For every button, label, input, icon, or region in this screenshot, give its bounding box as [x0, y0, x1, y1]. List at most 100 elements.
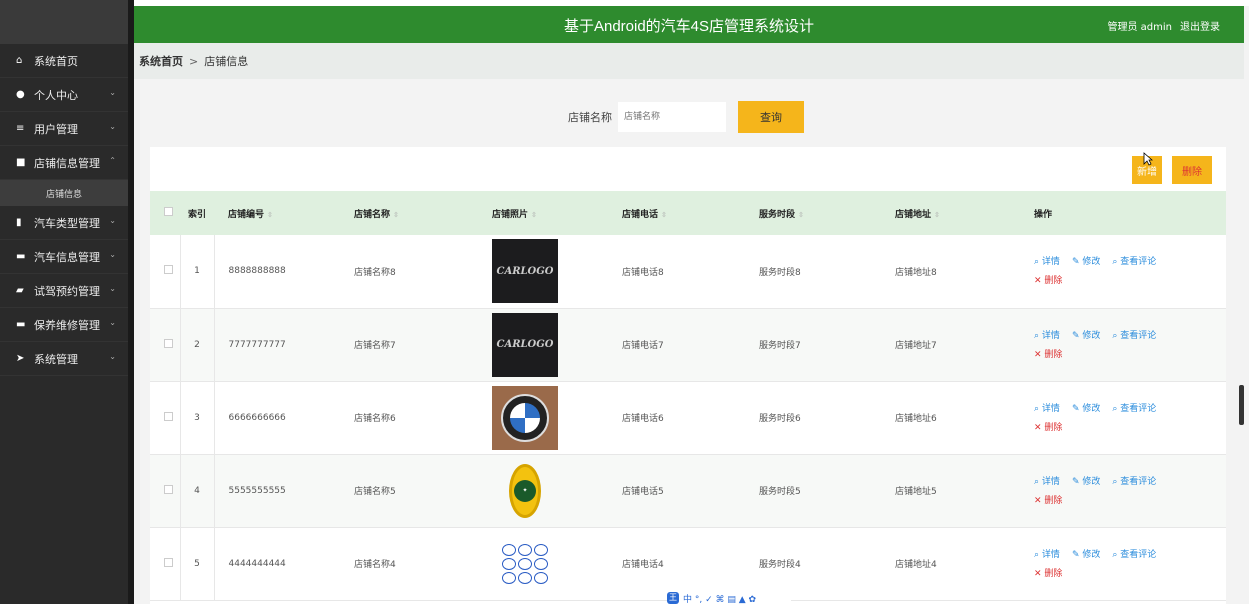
comments-link[interactable]: ⌕ 查看评论: [1112, 404, 1156, 414]
sidebar-item-car-info[interactable]: ▬ 汽车信息管理 ⌄: [0, 240, 128, 274]
row-checkbox[interactable]: [164, 411, 173, 421]
sidebar-item-car-types[interactable]: ▮ 汽车类型管理 ⌄: [0, 206, 128, 240]
detail-link[interactable]: ⌕ 详情: [1034, 550, 1060, 560]
sidebar-item-system[interactable]: ➤ 系统管理 ⌄: [0, 342, 128, 376]
sidebar-item-maintenance[interactable]: ▬ 保养维修管理 ⌄: [0, 308, 128, 342]
table-row[interactable]: 3 6666666666 店铺名称6 店铺电话6 服务时段6 店铺地址6 ⌕ 详情 ✎ 修改 ⌕…: [150, 381, 1226, 454]
row-delete-link[interactable]: ✕ 删除: [1034, 569, 1062, 579]
close-icon: ✕: [1034, 422, 1042, 433]
row-delete-link[interactable]: ✕ 删除: [1034, 496, 1062, 506]
list-icon: ≡: [16, 123, 25, 134]
row-delete-link[interactable]: ✕ 删除: [1034, 350, 1062, 360]
row-delete-link[interactable]: ✕ 删除: [1034, 423, 1062, 433]
sort-icon[interactable]: ⇳: [531, 211, 537, 219]
row-select-cell[interactable]: [150, 527, 180, 600]
sort-icon[interactable]: ⇳: [934, 211, 940, 219]
search-icon: ⌕: [1112, 257, 1118, 268]
ime-toolbar[interactable]: 王 中 °, ✓ ⌘ ▤ ▲ ✿: [667, 592, 791, 604]
select-all-checkbox[interactable]: [164, 207, 173, 216]
shop-photo: [492, 532, 558, 596]
lotus-logo-icon: ✦: [509, 463, 541, 518]
shop-name-input[interactable]: [618, 102, 726, 132]
edit-link[interactable]: ✎ 修改: [1072, 404, 1100, 414]
toolbar: 新增 删除: [1122, 156, 1212, 184]
col-address-label: 店铺地址: [895, 209, 932, 220]
row-select-cell[interactable]: [150, 381, 180, 454]
col-hours[interactable]: 服务时段 ⇳: [759, 191, 895, 235]
col-address[interactable]: 店铺地址 ⇳: [895, 191, 1034, 235]
delete-label: 删除: [1044, 568, 1063, 579]
edit-link[interactable]: ✎ 修改: [1072, 331, 1100, 341]
search-icon: ⌕: [1112, 403, 1118, 414]
comments-link[interactable]: ⌕ 查看评论: [1112, 331, 1156, 341]
shop-address: 店铺地址6: [895, 414, 937, 424]
row-checkbox[interactable]: [164, 557, 173, 567]
photo-logo-text: CARLOGO: [496, 339, 554, 350]
row-actions: ⌕ 详情 ✎ 修改 ⌕ 查看评论 ✕ 删除: [1034, 235, 1226, 308]
chevron-down-icon: ⌄: [109, 216, 116, 225]
col-actions: 操作: [1034, 209, 1053, 220]
sidebar-item-users[interactable]: ≡ 用户管理 ⌄: [0, 112, 128, 146]
sort-icon[interactable]: ⇳: [798, 211, 804, 219]
sidebar-item-shop-info[interactable]: ■ 店铺信息管理 ⌃: [0, 146, 128, 180]
col-index: 索引: [187, 209, 206, 220]
row-checkbox[interactable]: [164, 484, 173, 494]
comments-link[interactable]: ⌕ 查看评论: [1112, 550, 1156, 560]
folder-icon: ■: [16, 157, 26, 168]
col-code[interactable]: 店铺编号 ⇳: [214, 191, 354, 235]
sort-icon[interactable]: ⇳: [393, 211, 399, 219]
scrollbar[interactable]: [1239, 385, 1244, 425]
comments-link[interactable]: ⌕ 查看评论: [1112, 257, 1156, 267]
col-name[interactable]: 店铺名称 ⇳: [354, 191, 492, 235]
chevron-down-icon: ⌄: [109, 250, 116, 259]
row-select-cell[interactable]: [150, 235, 180, 308]
logout-link[interactable]: 退出登录: [1180, 18, 1220, 33]
table-row[interactable]: 2 7777777777 店铺名称7 CARLOGO 店铺电话7 服务时段7 店铺地址7 ⌕ …: [150, 308, 1226, 381]
sidebar-divider: [128, 0, 134, 604]
briefcase-icon: ▰: [16, 285, 24, 296]
comments-link[interactable]: ⌕ 查看评论: [1112, 477, 1156, 487]
sidebar-item-test-drive[interactable]: ▰ 试驾预约管理 ⌄: [0, 274, 128, 308]
edit-link[interactable]: ✎ 修改: [1072, 550, 1100, 560]
sidebar-item-label: 店铺信息管理: [34, 156, 100, 170]
row-delete-link[interactable]: ✕ 删除: [1034, 276, 1062, 286]
detail-link[interactable]: ⌕ 详情: [1034, 477, 1060, 487]
sidebar-item-label: 试驾预约管理: [34, 284, 100, 298]
sidebar: ⌂ 系统首页 ● 个人中心 ⌄ ≡ 用户管理 ⌄ ■ 店铺信息管理 ⌃ 店铺信息…: [0, 0, 128, 604]
sort-icon[interactable]: ⇳: [661, 211, 667, 219]
shop-code: 7777777777: [228, 339, 286, 350]
breadcrumb-home[interactable]: 系统首页: [139, 53, 183, 69]
table-row[interactable]: 1 8888888888 店铺名称8 CARLOGO 店铺电话8 服务时段8 店铺地址8 ⌕ …: [150, 235, 1226, 308]
close-icon: ✕: [1034, 568, 1042, 579]
row-checkbox[interactable]: [164, 265, 173, 275]
detail-link[interactable]: ⌕ 详情: [1034, 257, 1060, 267]
query-button[interactable]: 查询: [738, 101, 804, 133]
row-index: 4: [179, 454, 215, 527]
row-index: 3: [179, 381, 215, 454]
edit-label: 修改: [1082, 476, 1101, 487]
home-icon: ⌂: [16, 55, 23, 66]
row-select-cell[interactable]: [150, 308, 180, 381]
detail-link[interactable]: ⌕ 详情: [1034, 404, 1060, 414]
sidebar-item-home[interactable]: ⌂ 系统首页: [0, 44, 128, 78]
batch-delete-button[interactable]: 删除: [1172, 156, 1212, 184]
col-photo[interactable]: 店铺照片 ⇳: [492, 191, 622, 235]
sidebar-subitem-shop-info[interactable]: 店铺信息: [0, 180, 128, 206]
bmw-logo-icon: [501, 393, 549, 442]
col-phone[interactable]: 店铺电话 ⇳: [622, 191, 759, 235]
col-hours-label: 服务时段: [759, 209, 796, 220]
row-checkbox[interactable]: [164, 338, 173, 348]
edit-link[interactable]: ✎ 修改: [1072, 257, 1100, 267]
detail-link[interactable]: ⌕ 详情: [1034, 331, 1060, 341]
row-select-cell[interactable]: [150, 454, 180, 527]
table-row[interactable]: 4 5555555555 店铺名称5 ✦ 店铺电话5 服务时段5 店铺地址5 ⌕ 详情 ✎ 修改…: [150, 454, 1226, 527]
edit-link[interactable]: ✎ 修改: [1072, 477, 1100, 487]
sort-icon[interactable]: ⇳: [267, 211, 273, 219]
shop-name: 店铺名称4: [354, 560, 396, 570]
sidebar-item-label: 系统管理: [34, 352, 78, 366]
search-icon: ⌕: [1112, 330, 1118, 341]
shop-hours: 服务时段6: [759, 414, 801, 424]
select-all-cell[interactable]: [150, 191, 180, 235]
sidebar-item-profile[interactable]: ● 个人中心 ⌄: [0, 78, 128, 112]
table-row[interactable]: 5 4444444444 店铺名称4 店铺电话4 服务时段4 店铺地址4 ⌕ 详情 ✎ 修改 ⌕…: [150, 527, 1226, 600]
